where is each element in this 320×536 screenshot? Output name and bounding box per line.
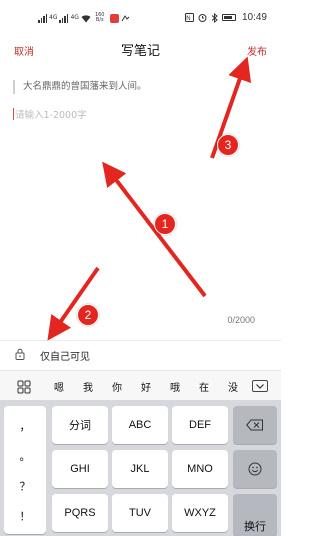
privacy-label: 仅自己可见 — [40, 352, 90, 363]
step-badge-2: 2 — [77, 304, 99, 326]
punct-key[interactable]: 。 — [4, 448, 46, 464]
network-type-1: 4G — [49, 14, 58, 21]
backspace-key[interactable] — [233, 406, 277, 444]
svg-text:N: N — [186, 16, 190, 22]
publish-button[interactable]: 发布 — [247, 43, 267, 58]
note-placeholder: 请输入1-2000字 — [15, 110, 87, 121]
nfc-icon: N — [184, 13, 194, 22]
status-left: 4G 4G 160 B/s — [38, 13, 130, 23]
punct-key[interactable]: ？ — [4, 478, 46, 494]
candidate-word[interactable]: 你 — [112, 379, 122, 394]
status-right: N 10:49 — [184, 12, 267, 23]
note-content-input[interactable]: 请输入1-2000字 — [13, 108, 87, 123]
key-7[interactable]: PQRS — [52, 494, 108, 532]
grid-icon[interactable] — [17, 380, 31, 394]
status-bar: 4G 4G 160 B/s N 10:49 — [0, 0, 281, 38]
top-nav: 取消 写笔记 发布 — [0, 38, 281, 62]
page-title: 写笔记 — [120, 44, 160, 59]
key-1[interactable]: 分词 — [52, 406, 108, 444]
step-badge-3: 3 — [217, 134, 239, 156]
enter-key[interactable]: 换行 — [233, 494, 277, 536]
clock: 10:49 — [241, 12, 267, 23]
punctuation-column[interactable]: ， 。 ？ ！ — [4, 406, 46, 534]
candidate-word[interactable]: 哦 — [170, 379, 180, 394]
signal-icon — [59, 13, 69, 23]
candidate-word[interactable]: 在 — [199, 379, 209, 394]
text-caret — [13, 108, 14, 120]
key-5[interactable]: JKL — [112, 450, 168, 488]
char-counter: 0/2000 — [227, 315, 255, 325]
candidate-word[interactable]: 没 — [228, 379, 238, 394]
key-9[interactable]: WXYZ — [172, 494, 228, 532]
t9-keyboard: ， 。 ？ ！ 分词 ABC DEF GHI JKL MNO PQRS TUV … — [0, 400, 281, 536]
battery-icon — [221, 14, 236, 21]
lock-icon — [15, 348, 25, 360]
key-3[interactable]: DEF — [172, 406, 228, 444]
net-speed: 160 B/s — [95, 13, 105, 23]
quoted-text: 大名鼎鼎的曾国藩来到人间。 — [13, 80, 253, 94]
candidate-word[interactable]: 我 — [83, 379, 93, 394]
ime-candidate-bar: 嗯 我 你 好 哦 在 没 — [0, 370, 281, 400]
cancel-button[interactable]: 取消 — [14, 43, 34, 58]
app-notification-icon — [110, 13, 120, 23]
candidate-word[interactable]: 嗯 — [54, 379, 64, 394]
net-speed-unit: B/s — [95, 17, 104, 23]
backspace-icon — [246, 419, 263, 431]
punct-key[interactable]: ， — [4, 418, 46, 434]
signal-icon — [38, 13, 47, 23]
step-badge-1: 1 — [154, 213, 176, 235]
bluetooth-icon — [211, 12, 218, 23]
arrow-1 — [102, 161, 207, 298]
key-2[interactable]: ABC — [112, 406, 168, 444]
emoji-icon — [248, 462, 262, 476]
candidate-word[interactable]: 好 — [141, 379, 151, 394]
privacy-toggle-row[interactable]: 仅自己可见 — [0, 340, 281, 368]
emoji-key[interactable] — [233, 450, 277, 488]
key-4[interactable]: GHI — [52, 450, 108, 488]
keyboard-hide-icon[interactable] — [252, 380, 268, 392]
enter-key-label: 换行 — [244, 521, 266, 533]
punct-key[interactable]: ！ — [4, 508, 46, 524]
wifi-icon — [81, 14, 91, 22]
key-6[interactable]: MNO — [172, 450, 228, 488]
notification-icon — [122, 14, 130, 21]
alarm-icon — [198, 14, 207, 22]
key-8[interactable]: TUV — [112, 494, 168, 532]
network-type-2: 4G — [70, 14, 79, 21]
